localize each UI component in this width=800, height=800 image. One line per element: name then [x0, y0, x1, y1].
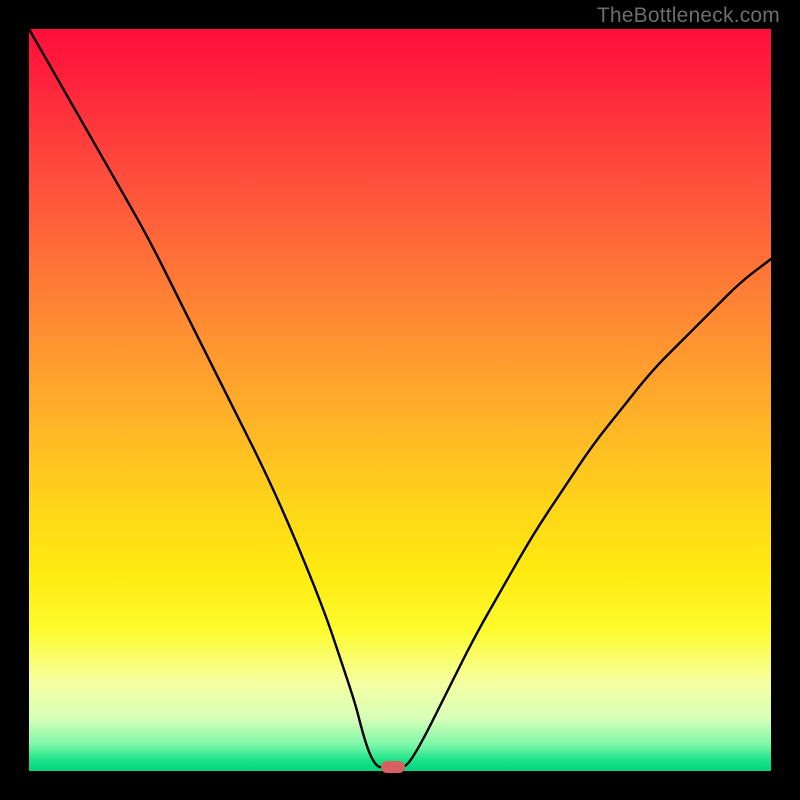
watermark-text: TheBottleneck.com — [597, 4, 780, 28]
bottleneck-curve — [29, 29, 771, 771]
plot-area — [29, 29, 771, 771]
curve-path — [29, 29, 771, 767]
chart-frame: TheBottleneck.com — [0, 0, 800, 800]
minimum-marker — [381, 761, 405, 773]
